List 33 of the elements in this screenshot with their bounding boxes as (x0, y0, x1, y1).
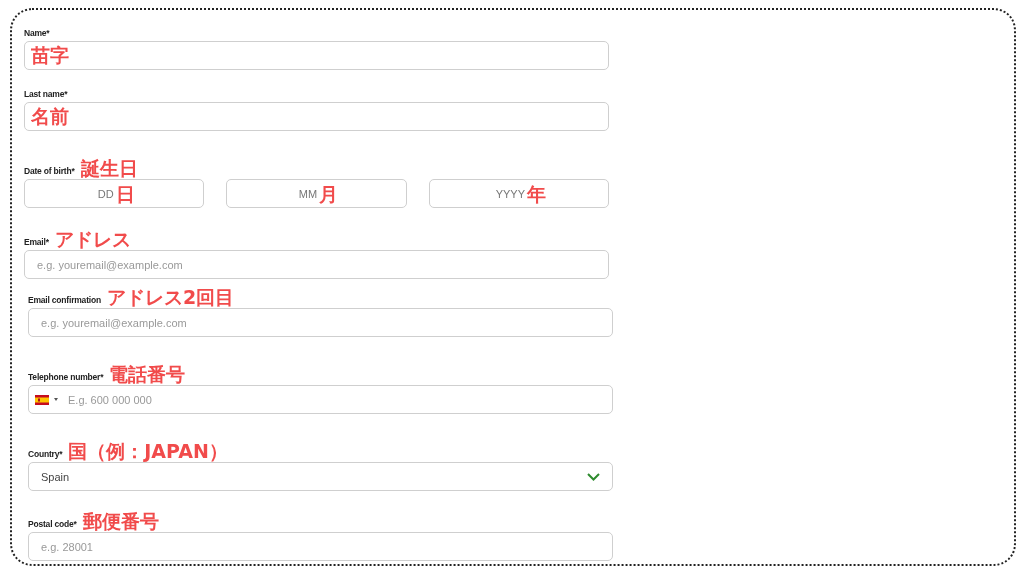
phone-field[interactable]: E.g. 600 000 000 (28, 385, 613, 414)
annotation-text: 国（例：JAPAN） (68, 440, 228, 462)
select-value: Spain (41, 470, 70, 483)
input-field[interactable]: e.g. 28001 (28, 532, 613, 561)
placeholder-text: YYYY (495, 187, 525, 200)
annotation-text: 誕生日 (80, 157, 138, 179)
field-label: Name* (24, 28, 50, 38)
field-label: Telephone number* (28, 372, 104, 382)
annotation-text: 月 (319, 182, 339, 205)
field-label: Postal code* (28, 519, 77, 529)
field-label: Date of birth* (24, 166, 75, 176)
chevron-down-icon (587, 472, 600, 481)
input-field[interactable]: e.g. youremail@example.com (28, 308, 613, 337)
flag-icon (35, 394, 49, 405)
input-field[interactable]: 名前 (24, 102, 609, 131)
placeholder-text: MM (298, 187, 318, 200)
flag-selector[interactable] (35, 394, 58, 405)
annotation-text: アドレス (54, 228, 131, 250)
field-label: Country* (28, 449, 63, 459)
input-field[interactable]: 苗字 (24, 41, 609, 70)
annotation-text: 電話番号 (109, 363, 186, 385)
country-select[interactable]: Spain (28, 462, 613, 491)
field-label: Last name* (24, 89, 68, 99)
field-label: Email confirmation (28, 295, 101, 305)
input-field[interactable]: e.g. youremail@example.com (24, 250, 609, 279)
annotation-text: アドレス2回目 (106, 286, 235, 308)
annotation-text: 郵便番号 (82, 510, 159, 532)
phone-input[interactable]: E.g. 600 000 000 (68, 393, 606, 406)
field-label: Email* (24, 237, 49, 247)
annotation-text: 日 (115, 182, 135, 205)
annotation-text: 年 (527, 182, 546, 205)
placeholder-text: DD (97, 187, 114, 200)
caret-icon (54, 398, 58, 401)
